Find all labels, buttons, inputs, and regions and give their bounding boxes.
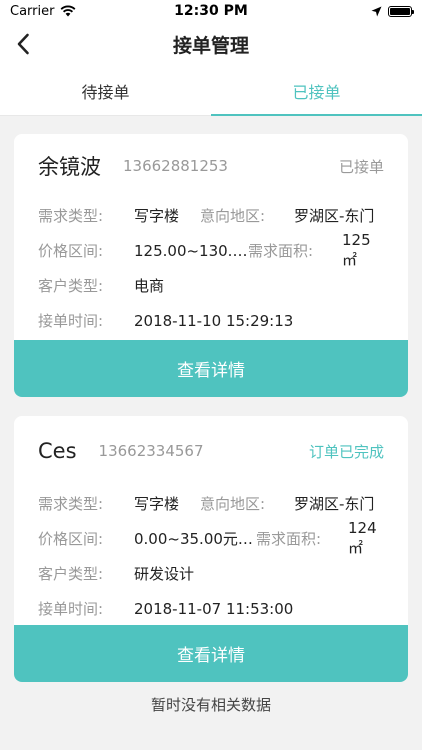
- order-time-label: 接单时间:: [38, 312, 104, 330]
- back-button[interactable]: [8, 28, 38, 60]
- tab-accepted[interactable]: 已接单: [211, 66, 422, 116]
- tab-bar: 待接单 已接单: [0, 66, 422, 116]
- detail-row: 客户类型: 研发设计: [38, 556, 384, 591]
- region-value: 罗湖区-东门: [294, 207, 375, 225]
- order-time-value: 2018-11-10 15:29:13: [134, 311, 294, 330]
- chevron-left-icon: [17, 33, 29, 55]
- price-value: 0.00~35.00元/㎡: [134, 530, 256, 548]
- customer-phone: 13662881253: [123, 157, 228, 175]
- customer-phone: 13662334567: [98, 442, 204, 460]
- status-left: Carrier: [10, 4, 76, 19]
- demand-type-value: 写字楼: [134, 207, 180, 225]
- region-value: 罗湖区-东门: [294, 495, 375, 513]
- order-details: 需求类型: 写字楼 意向地区: 罗湖区-东门 价格区间: 0.00~35.00元…: [14, 486, 408, 626]
- view-details-button[interactable]: 查看详情: [14, 340, 408, 397]
- battery-fill: [390, 7, 410, 15]
- carrier-label: Carrier: [10, 3, 55, 19]
- price-label: 价格区间:: [38, 530, 104, 548]
- region-label: 意向地区:: [200, 495, 266, 513]
- status-right: [371, 5, 414, 17]
- order-details: 需求类型: 写字楼 意向地区: 罗湖区-东门 价格区间: 125.00~130.…: [14, 198, 408, 338]
- detail-row: 接单时间: 2018-11-07 11:53:00: [38, 591, 384, 626]
- status-bar: Carrier 12:30 PM: [0, 0, 422, 22]
- view-details-button[interactable]: 查看详情: [14, 625, 408, 682]
- area-label: 需求面积:: [256, 530, 322, 548]
- area-value: 125㎡: [342, 231, 371, 269]
- customer-type-label: 客户类型:: [38, 277, 104, 295]
- order-time-value: 2018-11-07 11:53:00: [134, 599, 294, 618]
- page-title: 接单管理: [172, 34, 249, 57]
- demand-type-label: 需求类型:: [38, 495, 104, 513]
- demand-type-value: 写字楼: [134, 495, 180, 513]
- customer-type-label: 客户类型:: [38, 565, 104, 583]
- battery-icon: [388, 5, 414, 17]
- customer-type-value: 研发设计: [134, 565, 195, 583]
- price-label: 价格区间:: [38, 242, 104, 260]
- order-card-header: Ces 13662334567 订单已完成: [14, 416, 408, 486]
- detail-row: 需求类型: 写字楼 意向地区: 罗湖区-东门: [38, 198, 384, 233]
- tab-pending[interactable]: 待接单: [0, 66, 211, 115]
- customer-name: 余镜波: [38, 155, 101, 179]
- detail-row: 客户类型: 电商: [38, 268, 384, 303]
- area-value: 124㎡: [348, 519, 377, 557]
- order-card: 余镜波 13662881253 已接单 需求类型: 写字楼 意向地区: 罗湖区-…: [14, 134, 408, 397]
- customer-type-value: 电商: [134, 277, 165, 295]
- demand-type-label: 需求类型:: [38, 207, 104, 225]
- detail-row: 接单时间: 2018-11-10 15:29:13: [38, 303, 384, 338]
- order-card: Ces 13662334567 订单已完成 需求类型: 写字楼 意向地区: 罗湖…: [14, 416, 408, 682]
- location-arrow-icon: [371, 6, 382, 16]
- customer-name: Ces: [38, 439, 77, 463]
- region-label: 意向地区:: [200, 207, 266, 225]
- bottom-spacer: [0, 725, 422, 750]
- detail-row: 需求类型: 写字楼 意向地区: 罗湖区-东门: [38, 486, 384, 521]
- detail-row: 价格区间: 125.00~130.00元/㎡ 需求面积: 125㎡: [38, 231, 384, 269]
- order-status: 订单已完成: [308, 442, 384, 461]
- no-more-data-label: 暂时没有相关数据: [150, 696, 271, 714]
- order-card-header: 余镜波 13662881253 已接单: [14, 134, 408, 198]
- navigation-bar: 接单管理: [0, 22, 422, 66]
- wifi-icon: [61, 5, 76, 17]
- order-status: 已接单: [338, 157, 384, 176]
- detail-row: 价格区间: 0.00~35.00元/㎡ 需求面积: 124㎡: [38, 519, 384, 557]
- order-time-label: 接单时间:: [38, 600, 104, 618]
- area-label: 需求面积:: [248, 242, 314, 260]
- price-value: 125.00~130.00元/㎡: [134, 242, 248, 260]
